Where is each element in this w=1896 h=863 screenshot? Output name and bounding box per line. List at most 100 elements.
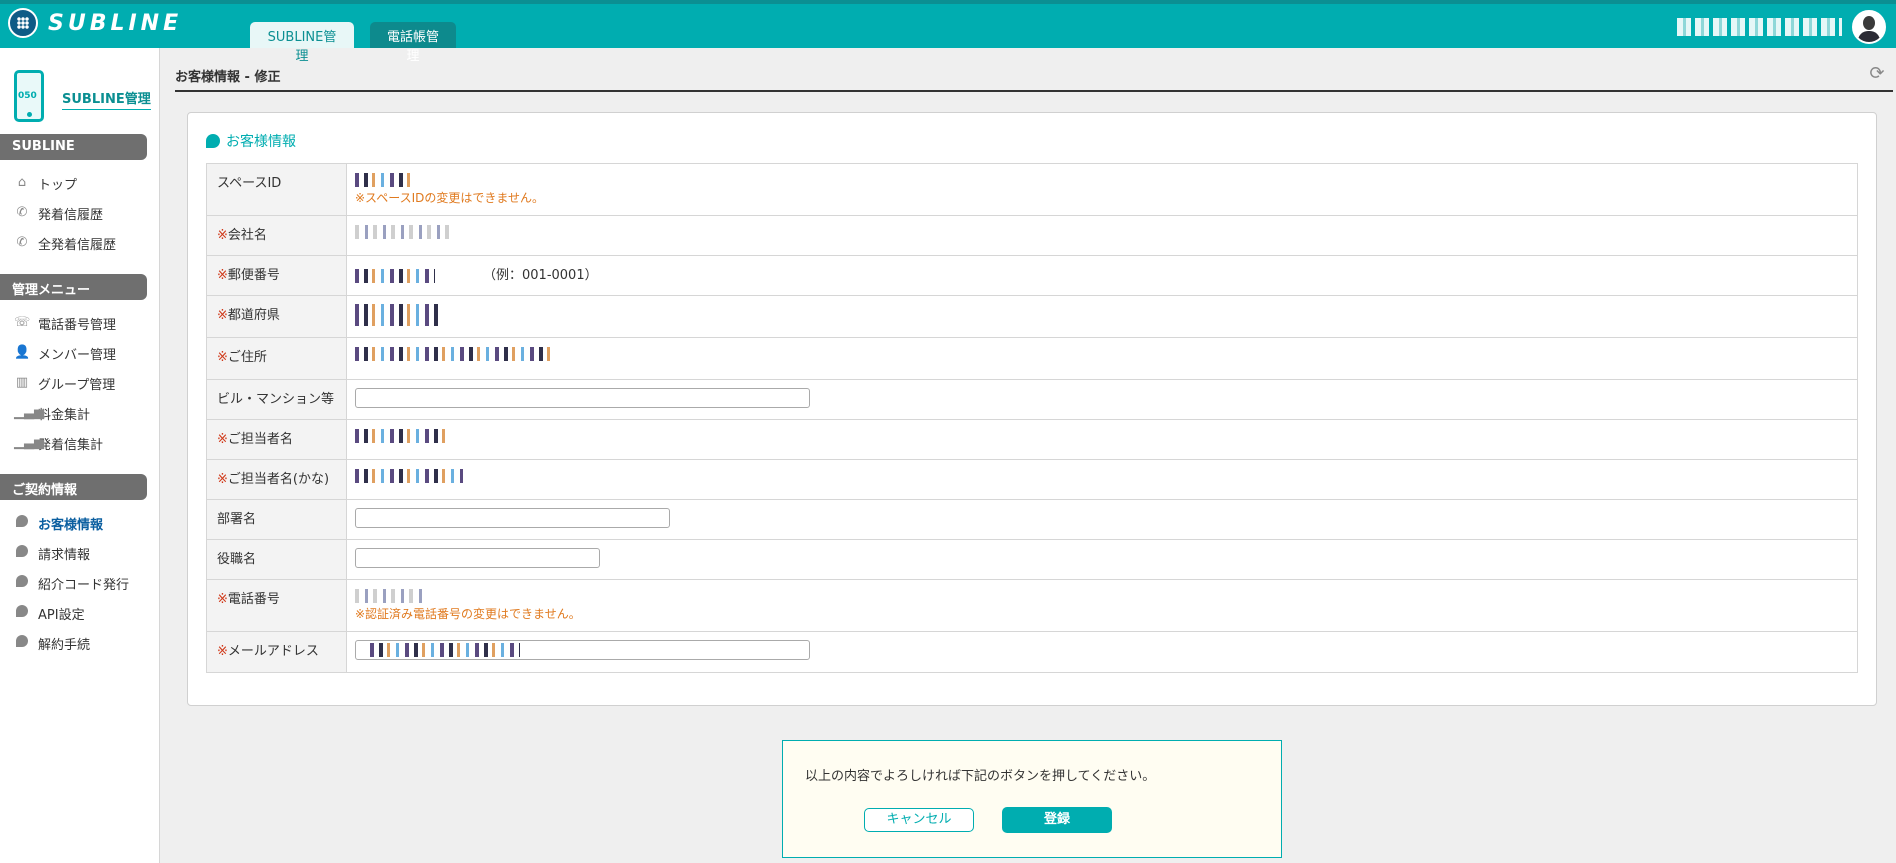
required-mark: ※ <box>217 350 228 365</box>
field-value <box>346 215 1858 256</box>
customer-info-form: スペースID ※スペースIDの変更はできません。 ※会社名 ※郵便番号 （例：0… <box>206 163 1858 673</box>
sidebar-item-call-history[interactable]: ✆ 発着信履歴 <box>0 198 159 228</box>
contact-name-input-masked[interactable] <box>355 428 451 443</box>
required-mark: ※ <box>217 592 228 607</box>
label-text: 電話番号 <box>227 592 280 607</box>
tab-subline-admin[interactable]: SUBLINE管理 <box>250 22 354 64</box>
sidebar-item-label: 紹介コード発行 <box>38 577 130 593</box>
field-value <box>346 419 1858 460</box>
sidebar-item-phone-numbers[interactable]: ☏ 電話番号管理 <box>0 308 159 338</box>
sidebar-item-call-stats[interactable]: ▁▃▅ 発着信集計 <box>0 428 159 458</box>
bar-chart-icon: ▁▃▅ <box>14 405 44 420</box>
building-icon: ▥ <box>15 375 29 390</box>
field-value <box>346 539 1858 580</box>
phone-call-icon: ✆ <box>16 205 28 220</box>
sidebar-item-billing[interactable]: 請求情報 <box>0 538 159 568</box>
required-mark: ※ <box>217 308 228 323</box>
postal-example: （例：001-0001） <box>483 268 598 283</box>
sidebar-item-label: 請求情報 <box>38 547 91 563</box>
field-label: ※郵便番号 <box>206 255 347 296</box>
bubble-icon <box>14 545 30 561</box>
sidebar-item-label: 電話番号管理 <box>38 317 117 333</box>
tab-phonebook-admin[interactable]: 電話帳管理 <box>370 22 456 64</box>
field-label: ※ご担当者名(かな) <box>206 459 347 500</box>
sidebar-item-cancellation[interactable]: 解約手続 <box>0 628 159 658</box>
panel-title: お客様情報 <box>206 131 296 151</box>
field-label: ビル・マンション等 <box>206 379 347 420</box>
home-icon: ⌂ <box>17 175 27 190</box>
refresh-icon[interactable]: ⟳ <box>1867 64 1887 84</box>
form-row-space-id: スペースID ※スペースIDの変更はできません。 <box>206 163 1858 216</box>
field-label: ※都道府県 <box>206 295 347 338</box>
required-mark: ※ <box>217 228 228 243</box>
label-text: 都道府県 <box>227 308 280 323</box>
required-mark: ※ <box>217 268 228 283</box>
sidebar-item-all-call-history[interactable]: ✆ 全発着信履歴 <box>0 228 159 258</box>
label-text: 郵便番号 <box>227 268 280 283</box>
sidebar-item-customer-info[interactable]: お客様情報 <box>0 508 159 538</box>
customer-info-panel: お客様情報 スペースID ※スペースIDの変更はできません。 ※会社名 ※郵便番… <box>187 112 1877 706</box>
sidebar-section-contract: ご契約情報 <box>0 474 147 500</box>
confirm-message: 以上の内容でよろしければ下記のボタンを押してください。 <box>805 769 1156 784</box>
sidebar-item-top[interactable]: ⌂ トップ <box>0 168 159 198</box>
department-input[interactable] <box>355 508 670 528</box>
building-input[interactable] <box>355 388 810 408</box>
field-value <box>346 631 1858 673</box>
required-mark: ※ <box>217 472 228 487</box>
prefecture-select-masked[interactable] <box>355 304 439 326</box>
sidebar-item-label: 料金集計 <box>38 407 91 423</box>
form-row-department: 部署名 <box>206 499 1858 540</box>
position-input[interactable] <box>355 548 600 568</box>
top-tabs: SUBLINE管理 電話帳管理 <box>250 22 456 64</box>
label-text: メールアドレス <box>227 644 319 659</box>
bubble-icon <box>206 134 220 148</box>
label-text: 部署名 <box>217 512 257 527</box>
label-text: ビル・マンション等 <box>217 392 335 407</box>
space-id-note: ※スペースIDの変更はできません。 <box>355 191 545 205</box>
sidebar-item-label: グループ管理 <box>38 377 116 393</box>
avatar[interactable] <box>1852 10 1886 44</box>
subline-logo[interactable]: SUBLINE <box>8 8 182 38</box>
field-label: ※電話番号 <box>206 579 347 632</box>
field-label: ※ご住所 <box>206 337 347 380</box>
sidebar-item-label: トップ <box>38 177 78 193</box>
panel-title-text: お客様情報 <box>226 134 296 150</box>
cancel-button[interactable]: キャンセル <box>864 808 974 832</box>
sidebar-section-admin-menu: 管理メニュー <box>0 274 147 300</box>
sidebar-item-groups[interactable]: ▥ グループ管理 <box>0 368 159 398</box>
address-input-masked[interactable] <box>355 346 555 361</box>
person-icon: 👤 <box>14 345 31 360</box>
sidebar-item-label: 発着信集計 <box>38 437 104 453</box>
phone-icon: ☏ <box>14 315 31 330</box>
sidebar-item-charges[interactable]: ▁▃▅ 料金集計 <box>0 398 159 428</box>
sidebar-item-api-settings[interactable]: API設定 <box>0 598 159 628</box>
required-mark: ※ <box>217 644 228 659</box>
confirm-box: 以上の内容でよろしければ下記のボタンを押してください。 キャンセル 登録 <box>782 740 1282 858</box>
sidebar-item-members[interactable]: 👤 メンバー管理 <box>0 338 159 368</box>
user-area[interactable] <box>1677 10 1886 44</box>
email-value-masked <box>370 643 520 657</box>
postal-value-masked[interactable] <box>355 268 435 283</box>
form-row-prefecture: ※都道府県 <box>206 295 1858 338</box>
sidebar-item-referral-code[interactable]: 紹介コード発行 <box>0 568 159 598</box>
register-button[interactable]: 登録 <box>1002 807 1112 833</box>
sidebar-header: 050 SUBLINE管理 <box>0 48 159 134</box>
sidebar-item-label: お客様情報 <box>38 517 104 533</box>
label-text: ご住所 <box>227 350 267 365</box>
field-value: （例：001-0001） <box>346 255 1858 296</box>
top-header: SUBLINE SUBLINE管理 電話帳管理 <box>0 0 1896 64</box>
bubble-icon <box>14 575 30 591</box>
form-row-postal: ※郵便番号 （例：001-0001） <box>206 255 1858 296</box>
sidebar-item-label: 解約手続 <box>38 637 91 653</box>
contact-kana-input-masked[interactable] <box>355 468 463 483</box>
phone-note: ※認証済み電話番号の変更はできません。 <box>355 607 581 621</box>
subline-logo-icon <box>8 8 38 38</box>
email-input[interactable] <box>355 640 810 660</box>
field-label: ※メールアドレス <box>206 631 347 673</box>
bubble-icon <box>14 605 30 621</box>
bubble-icon <box>14 515 30 531</box>
form-row-contact-kana: ※ご担当者名(かな) <box>206 459 1858 500</box>
company-value-masked <box>355 224 455 239</box>
form-row-position: 役職名 <box>206 539 1858 580</box>
sidebar-title[interactable]: SUBLINE管理 <box>62 88 151 110</box>
